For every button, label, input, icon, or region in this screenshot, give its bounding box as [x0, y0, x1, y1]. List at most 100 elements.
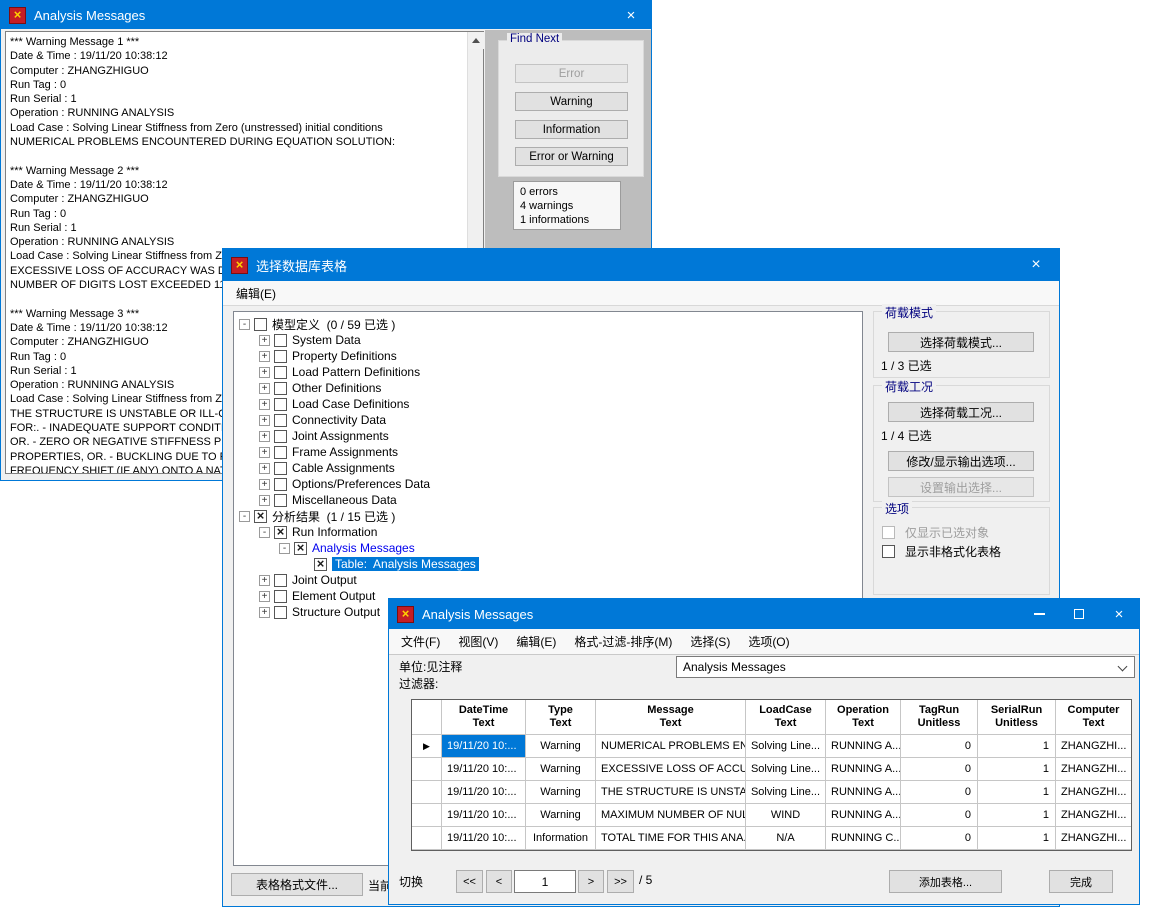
cell-tagrun[interactable]: 0	[901, 827, 978, 850]
last-page-button[interactable]: >>	[607, 870, 634, 893]
tree-item-connectivity-data[interactable]: Connectivity Data	[234, 412, 862, 428]
cell-serialrun[interactable]: 1	[978, 827, 1056, 850]
window3-titlebar[interactable]: × Analysis Messages ×	[389, 599, 1139, 629]
window1-titlebar[interactable]: × Analysis Messages ×	[1, 1, 651, 29]
checkbox-icon[interactable]	[882, 545, 895, 558]
tree-item-load-pattern-definitions[interactable]: Load Pattern Definitions	[234, 364, 862, 380]
cell-loadcase[interactable]: Solving Line...	[746, 781, 826, 804]
tree-item-analysis-messages[interactable]: Analysis Messages	[234, 540, 862, 556]
done-button[interactable]: 完成	[1049, 870, 1113, 893]
show-unformatted-tables-option[interactable]: 显示非格式化表格	[882, 543, 1001, 560]
cell-type[interactable]: Warning	[526, 735, 596, 758]
cell-serialrun[interactable]: 1	[978, 781, 1056, 804]
cell-serialrun[interactable]: 1	[978, 735, 1056, 758]
collapse-icon[interactable]	[239, 319, 250, 330]
tree-checkbox[interactable]	[274, 478, 287, 491]
set-output-selections-button[interactable]: 设置输出选择...	[888, 477, 1034, 497]
cell-loadcase[interactable]: Solving Line...	[746, 758, 826, 781]
page-number-input[interactable]	[514, 870, 576, 893]
cell-message[interactable]: THE STRUCTURE IS UNSTA...	[596, 781, 746, 804]
cell-datetime[interactable]: 19/11/20 10:...	[442, 827, 526, 850]
tree-item-cable-assignments[interactable]: Cable Assignments	[234, 460, 862, 476]
menu-edit[interactable]: 编辑(E)	[516, 633, 556, 650]
table-format-file-button[interactable]: 表格格式文件...	[231, 873, 363, 896]
cell-operation[interactable]: RUNNING C...	[826, 827, 901, 850]
column-header-type[interactable]: TypeText	[526, 700, 596, 735]
maximize-icon[interactable]	[1059, 599, 1099, 629]
collapse-icon[interactable]	[239, 511, 250, 522]
tree-item-table-analysis-messages[interactable]: Table: Analysis Messages	[234, 556, 862, 572]
expand-icon[interactable]	[259, 495, 270, 506]
tree-checkbox[interactable]	[274, 574, 287, 587]
cell-tagrun[interactable]: 0	[901, 804, 978, 827]
select-load-cases-button[interactable]: 选择荷载工况...	[888, 402, 1034, 422]
cell-message[interactable]: NUMERICAL PROBLEMS EN...	[596, 735, 746, 758]
close-icon[interactable]: ×	[1099, 599, 1139, 629]
cell-message[interactable]: EXCESSIVE LOSS OF ACCU...	[596, 758, 746, 781]
row-header[interactable]	[412, 804, 442, 827]
cell-type[interactable]: Warning	[526, 781, 596, 804]
expand-icon[interactable]	[259, 351, 270, 362]
cell-computer[interactable]: ZHANGZHI...	[1056, 827, 1131, 850]
tree-checkbox[interactable]	[254, 318, 267, 331]
cell-loadcase[interactable]: WIND	[746, 804, 826, 827]
row-header[interactable]	[412, 781, 442, 804]
expand-icon[interactable]	[259, 591, 270, 602]
column-header-datetime[interactable]: DateTimeText	[442, 700, 526, 735]
minimize-icon[interactable]	[1019, 599, 1059, 629]
tree-checkbox[interactable]	[274, 526, 287, 539]
tree-checkbox[interactable]	[314, 558, 327, 571]
next-page-button[interactable]: >	[578, 870, 604, 893]
column-header-operation[interactable]: OperationText	[826, 700, 901, 735]
tree-item-joint-output[interactable]: Joint Output	[234, 572, 862, 588]
table-select-dropdown[interactable]: Analysis Messages	[676, 656, 1135, 678]
cell-serialrun[interactable]: 1	[978, 804, 1056, 827]
prev-page-button[interactable]: <	[486, 870, 512, 893]
cell-computer[interactable]: ZHANGZHI...	[1056, 735, 1131, 758]
tree-item-analysis-results[interactable]: 分析结果 (1 / 15 已选 )	[234, 508, 862, 524]
cell-computer[interactable]: ZHANGZHI...	[1056, 804, 1131, 827]
expand-icon[interactable]	[259, 431, 270, 442]
find-error-or-warning-button[interactable]: Error or Warning	[515, 147, 628, 166]
tree-checkbox[interactable]	[274, 382, 287, 395]
tree-item-joint-assignments[interactable]: Joint Assignments	[234, 428, 862, 444]
tree-item-model-definitions[interactable]: 模型定义 (0 / 59 已选 )	[234, 316, 862, 332]
scroll-up-icon[interactable]	[468, 32, 484, 49]
menu-edit[interactable]: 编辑(E)	[236, 285, 276, 302]
find-information-button[interactable]: Information	[515, 120, 628, 139]
column-header-tagrun[interactable]: TagRunUnitless	[901, 700, 978, 735]
tree-checkbox[interactable]	[294, 542, 307, 555]
select-load-patterns-button[interactable]: 选择荷载模式...	[888, 332, 1034, 352]
cell-datetime[interactable]: 19/11/20 10:...	[442, 735, 526, 758]
menu-select[interactable]: 选择(S)	[690, 633, 730, 650]
cell-tagrun[interactable]: 0	[901, 758, 978, 781]
menu-options[interactable]: 选项(O)	[748, 633, 789, 650]
cell-tagrun[interactable]: 0	[901, 735, 978, 758]
menu-file[interactable]: 文件(F)	[401, 633, 440, 650]
close-icon[interactable]: ×	[1013, 249, 1059, 281]
cell-type[interactable]: Information	[526, 827, 596, 850]
cell-operation[interactable]: RUNNING A...	[826, 758, 901, 781]
tree-checkbox[interactable]	[274, 462, 287, 475]
close-icon[interactable]: ×	[611, 1, 651, 29]
cell-operation[interactable]: RUNNING A...	[826, 804, 901, 827]
expand-icon[interactable]	[259, 399, 270, 410]
tree-item-miscellaneous-data[interactable]: Miscellaneous Data	[234, 492, 862, 508]
tree-checkbox[interactable]	[274, 606, 287, 619]
tree-checkbox[interactable]	[274, 398, 287, 411]
tree-checkbox[interactable]	[274, 414, 287, 427]
expand-icon[interactable]	[259, 447, 270, 458]
expand-icon[interactable]	[259, 607, 270, 618]
expand-icon[interactable]	[259, 575, 270, 586]
cell-tagrun[interactable]: 0	[901, 781, 978, 804]
expand-icon[interactable]	[259, 383, 270, 394]
tree-checkbox[interactable]	[274, 350, 287, 363]
first-page-button[interactable]: <<	[456, 870, 483, 893]
tree-checkbox[interactable]	[274, 446, 287, 459]
tree-item-load-case-definitions[interactable]: Load Case Definitions	[234, 396, 862, 412]
cell-loadcase[interactable]: Solving Line...	[746, 735, 826, 758]
column-header-computer[interactable]: ComputerText	[1056, 700, 1131, 735]
cell-loadcase[interactable]: N/A	[746, 827, 826, 850]
window2-titlebar[interactable]: × 选择数据库表格 ×	[223, 249, 1059, 281]
tree-checkbox[interactable]	[274, 494, 287, 507]
